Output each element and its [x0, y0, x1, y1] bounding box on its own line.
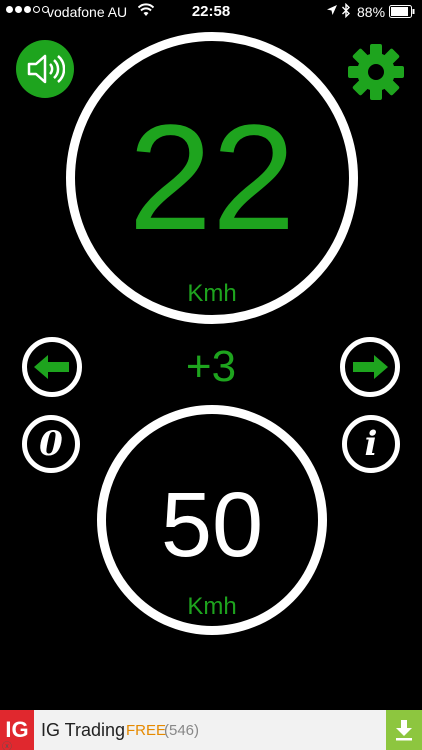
- speaker-icon: [27, 54, 65, 84]
- ad-banner[interactable]: IG ⓧ IG Trading FREE (546): [0, 710, 422, 750]
- decrease-offset-button[interactable]: [22, 337, 82, 397]
- sound-toggle-button[interactable]: [16, 40, 74, 98]
- ad-price: FREE: [126, 722, 167, 739]
- battery-icon: [389, 5, 415, 18]
- arrow-left-icon: [34, 355, 69, 379]
- ad-download-button[interactable]: [386, 710, 422, 750]
- current-speed: 22: [128, 93, 296, 261]
- ad-title: IG Trading: [41, 720, 126, 740]
- info-button[interactable]: i: [342, 415, 400, 473]
- current-speed-unit: Kmh: [187, 280, 237, 307]
- speed-limit: 50: [160, 474, 264, 576]
- ad-close-icon[interactable]: ⓧ: [2, 738, 12, 750]
- zero-icon: 0: [39, 424, 63, 464]
- speed-offset: +3: [185, 342, 237, 391]
- ad-rating-count: (546): [164, 722, 200, 739]
- battery-percentage: 88%: [357, 4, 386, 20]
- bluetooth-icon: [342, 3, 350, 18]
- arrow-right-icon: [353, 355, 388, 379]
- download-icon: [396, 720, 412, 741]
- location-icon: [327, 5, 337, 15]
- increase-offset-button[interactable]: [340, 337, 400, 397]
- info-icon: i: [364, 424, 378, 464]
- reset-button[interactable]: 0: [22, 415, 80, 473]
- status-bar: vodafone AU 22:58 88%: [0, 0, 422, 24]
- speed-limit-unit: Kmh: [187, 593, 237, 620]
